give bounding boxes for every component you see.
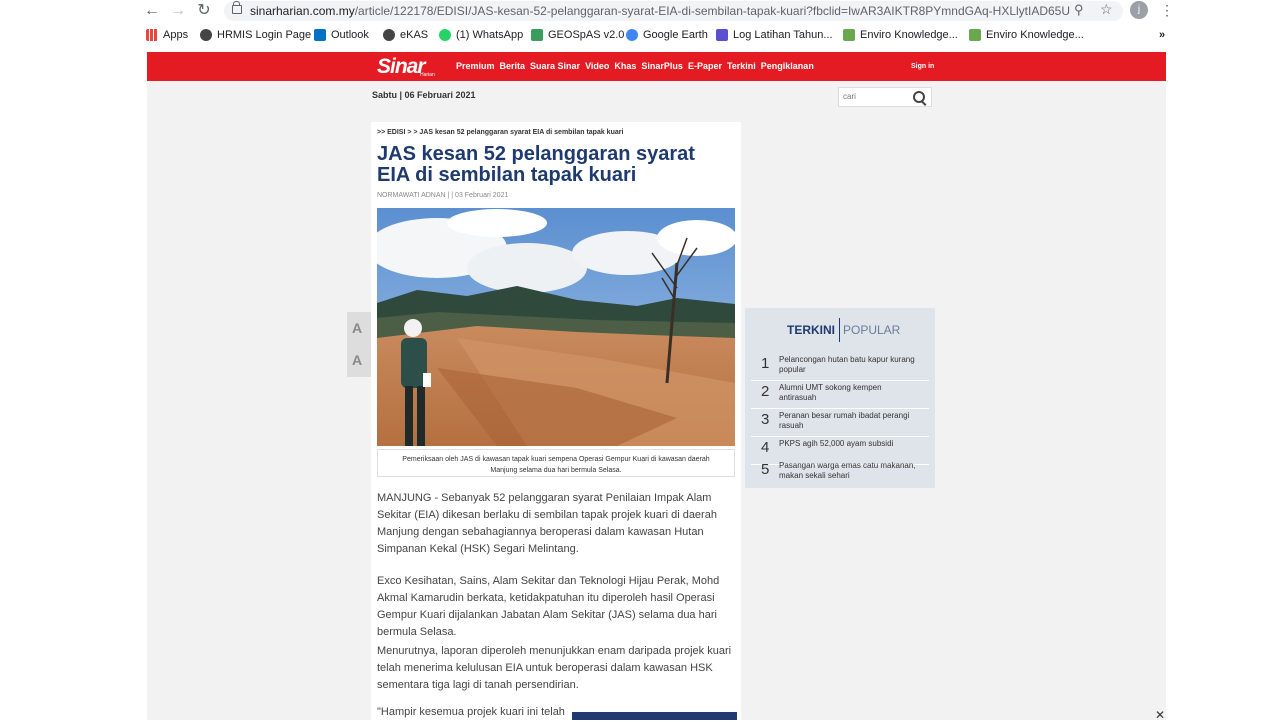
menu-kebab-icon[interactable]: ⋮ xyxy=(1160,2,1174,19)
bookmark-apps[interactable]: Apps xyxy=(146,29,188,41)
more-bookmarks-chevron-icon[interactable]: » xyxy=(1159,29,1165,41)
widget-tabs: TERKINI POPULAR xyxy=(787,318,900,342)
enviro-icon xyxy=(843,29,855,41)
search-input[interactable] xyxy=(843,90,909,103)
bookmark-label: Outlook xyxy=(331,29,369,41)
whatsapp-icon xyxy=(439,29,451,41)
nav-suara-sinar[interactable]: Suara Sinar xyxy=(530,61,580,71)
web-page: Sinar Harian Premium Berita Suara Sinar … xyxy=(147,52,1166,720)
url-path: /article/122178/EDISI/JAS-kesan-52-pelan… xyxy=(354,4,1070,18)
page-margin xyxy=(1166,52,1280,720)
news-widget: TERKINI POPULAR 1 Pelancongan hutan batu … xyxy=(745,308,935,488)
back-arrow-icon[interactable]: ← xyxy=(143,2,161,20)
article-title: JAS kesan 52 pelanggaran syarat EIA di s… xyxy=(377,143,695,186)
url-text[interactable]: sinarharian.com.my/article/122178/EDISI/… xyxy=(250,4,1070,18)
search-icon[interactable] xyxy=(913,91,925,103)
bookmark-label: eKAS xyxy=(400,29,429,41)
font-size-controls: A A xyxy=(347,312,371,377)
article-paragraph: Menurutnya, laporan diperoleh menunjukka… xyxy=(377,645,732,691)
bookmark-enviro-2[interactable]: Enviro Knowledge... xyxy=(969,29,1084,41)
photo-caption: Pemeriksaan oleh JAS di kawasan tapak ku… xyxy=(377,449,735,477)
browser-chrome: ← → ↻ sinarharian.com.my/article/122178/… xyxy=(0,0,1280,52)
bookmark-label: HRMIS Login Page xyxy=(217,29,312,41)
globe-icon xyxy=(200,29,212,41)
article-photo[interactable] xyxy=(377,208,735,446)
main-nav: Premium Berita Suara Sinar Video Khas Si… xyxy=(456,61,814,71)
bookmark-label: (1) WhatsApp xyxy=(456,29,524,41)
bookmark-label: Enviro Knowledge... xyxy=(986,29,1084,41)
bookmark-label: Apps xyxy=(163,29,189,41)
enviro-icon xyxy=(969,29,981,41)
reload-icon[interactable]: ↻ xyxy=(195,2,213,20)
quarry-photo-image xyxy=(377,208,735,446)
breadcrumb[interactable]: >> EDISI > > JAS kesan 52 pelanggaran sy… xyxy=(377,129,623,136)
nav-e-paper[interactable]: E-Paper xyxy=(688,61,722,71)
forms-icon xyxy=(716,29,728,41)
advertisement-banner[interactable] xyxy=(572,712,737,720)
nav-terkini[interactable]: Terkini xyxy=(727,61,756,71)
item-headline[interactable]: Pasangan warga emas catu makanan, makan … xyxy=(779,461,919,481)
bookmark-outlook[interactable]: Outlook xyxy=(314,29,369,41)
item-number: 3 xyxy=(761,411,770,428)
bookmark-label: Log Latihan Tahun... xyxy=(733,29,833,41)
bookmark-hrmis[interactable]: HRMIS Login Page xyxy=(200,29,311,41)
address-bar[interactable]: sinarharian.com.my/article/122178/EDISI/… xyxy=(224,1,1123,21)
bookmark-google-earth[interactable]: Google Earth xyxy=(626,29,708,41)
item-headline[interactable]: Pelancongan hutan batu kapur kurang popu… xyxy=(779,355,919,375)
nav-khas[interactable]: Khas xyxy=(614,61,636,71)
bookmark-whatsapp[interactable]: (1) WhatsApp xyxy=(439,29,523,41)
nav-premium[interactable]: Premium xyxy=(456,61,495,71)
nav-berita[interactable]: Berita xyxy=(500,61,526,71)
url-host: sinarharian.com.my xyxy=(250,4,355,18)
font-increase-button[interactable]: A xyxy=(352,320,362,336)
item-headline[interactable]: Alumni UMT sokong kempen antirasuah xyxy=(779,383,919,403)
lock-icon xyxy=(232,1,242,14)
item-headline[interactable]: PKPS agih 52,000 ayam subsidi xyxy=(779,439,919,449)
tab-terkini[interactable]: TERKINI xyxy=(787,323,839,337)
bookmark-label: Google Earth xyxy=(643,29,708,41)
apps-grid-icon xyxy=(146,29,158,41)
search-box xyxy=(838,87,932,107)
site-header: Sinar Harian Premium Berita Suara Sinar … xyxy=(147,52,1166,81)
item-number: 5 xyxy=(761,461,770,478)
tab-popular[interactable]: POPULAR xyxy=(840,323,900,337)
profile-avatar[interactable]: j xyxy=(1130,1,1148,19)
bookmark-ekas[interactable]: eKAS xyxy=(383,29,428,41)
outlook-icon xyxy=(314,29,326,41)
font-decrease-button[interactable]: A xyxy=(352,352,362,368)
bookmarks-bar: Apps HRMIS Login Page Outlook eKAS (1) W… xyxy=(0,26,1280,48)
nav-sinarplus[interactable]: SinarPlus xyxy=(641,61,683,71)
zoom-icon[interactable]: ⚲ xyxy=(1074,2,1084,18)
google-earth-icon xyxy=(626,29,638,41)
article-paragraph: Exco Kesihatan, Sains, Alam Sekitar dan … xyxy=(377,575,720,638)
bookmark-geospas[interactable]: GEOSpAS v2.0 xyxy=(531,29,624,41)
article-container: >> EDISI > > JAS kesan 52 pelanggaran sy… xyxy=(371,122,741,720)
forward-arrow-icon[interactable]: → xyxy=(169,2,187,20)
bookmark-log-latihan[interactable]: Log Latihan Tahun... xyxy=(716,29,833,41)
bookmark-star-icon[interactable]: ☆ xyxy=(1100,1,1113,18)
item-number: 4 xyxy=(761,439,770,456)
article-byline: NORMAWATI ADNAN | | 03 Februari 2021 xyxy=(377,192,509,199)
widget-list-item[interactable]: 1 Pelancongan hutan batu kapur kurang pop… xyxy=(751,352,929,381)
site-logo-sub: Harian xyxy=(420,72,435,78)
item-number: 1 xyxy=(761,355,770,372)
article-paragraph: MANJUNG - Sebanyak 52 pelanggaran syarat… xyxy=(377,492,717,555)
site-logo[interactable]: Sinar xyxy=(377,55,426,79)
widget-list-item[interactable]: 2 Alumni UMT sokong kempen antirasuah xyxy=(751,380,929,409)
widget-list-item[interactable]: 3 Peranan besar rumah ibadat perangi rasu… xyxy=(751,408,929,437)
widget-list-item[interactable]: 5 Pasangan warga emas catu makanan, makan… xyxy=(751,458,929,486)
geospas-icon xyxy=(531,29,543,41)
nav-video[interactable]: Video xyxy=(585,61,609,71)
nav-pengiklanan[interactable]: Pengiklanan xyxy=(761,61,814,71)
sign-in-link[interactable]: Sign in xyxy=(911,63,934,70)
bookmark-label: GEOSpAS v2.0 xyxy=(548,29,625,41)
item-headline[interactable]: Peranan besar rumah ibadat perangi rasua… xyxy=(779,411,919,431)
bookmark-label: Enviro Knowledge... xyxy=(860,29,958,41)
bookmark-enviro-1[interactable]: Enviro Knowledge... xyxy=(843,29,958,41)
current-date: Sabtu | 06 Februari 2021 xyxy=(372,90,476,100)
item-number: 2 xyxy=(761,383,770,400)
globe-icon xyxy=(383,29,395,41)
